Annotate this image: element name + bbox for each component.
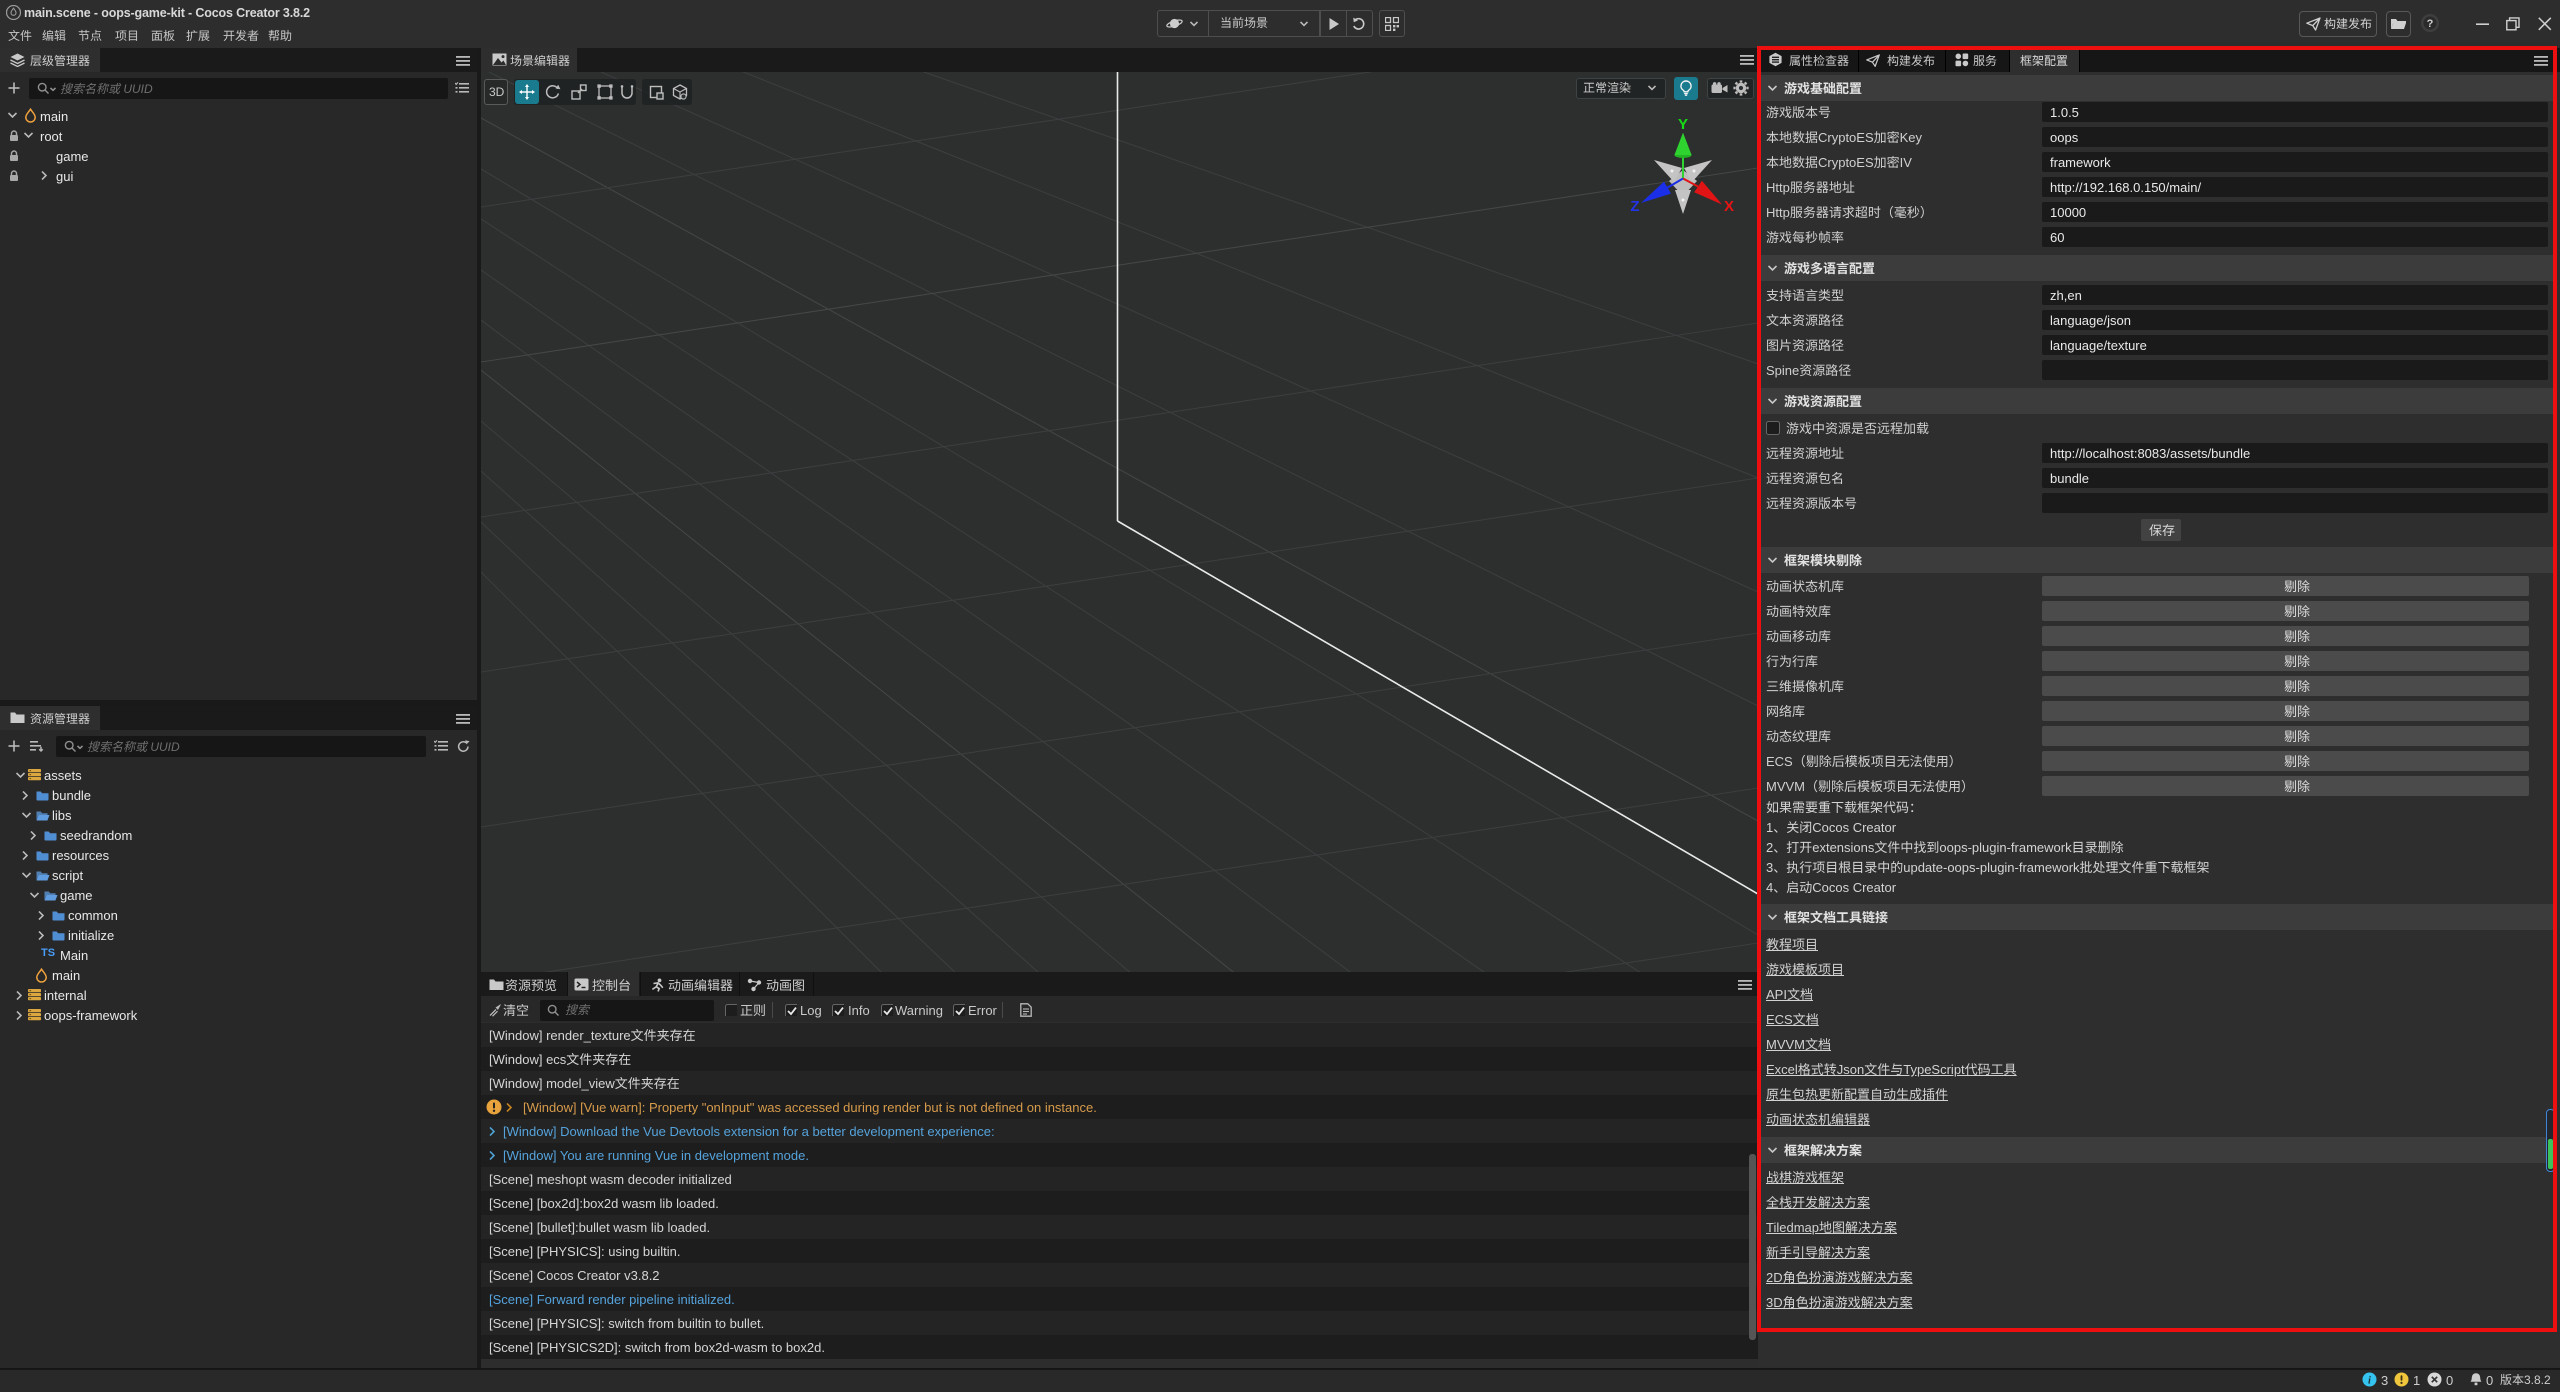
svg-text:Z: Z <box>1630 198 1639 215</box>
svg-text:Y: Y <box>1678 116 1688 133</box>
svg-text:X: X <box>1724 198 1734 215</box>
svg-text:?: ? <box>2427 18 2434 30</box>
svg-text:i: i <box>2368 1375 2371 1386</box>
